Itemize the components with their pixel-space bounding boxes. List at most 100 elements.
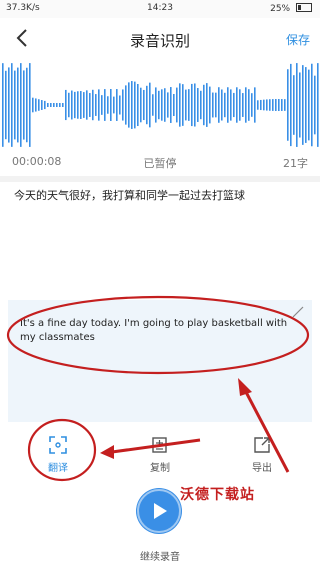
waveform-bar xyxy=(110,89,112,121)
waveform-bar xyxy=(317,63,319,147)
battery-icon xyxy=(296,3,312,12)
page-title: 录音识别 xyxy=(129,32,190,50)
waveform-bar xyxy=(311,63,313,147)
audio-waveform[interactable] xyxy=(0,60,320,150)
translate-icon xyxy=(49,436,67,454)
continue-recording-button[interactable] xyxy=(136,488,182,534)
close-icon[interactable] xyxy=(292,306,304,318)
waveform-bar xyxy=(131,81,133,129)
waveform-bar xyxy=(215,92,217,118)
waveform-bar xyxy=(218,87,220,123)
waveform-bar xyxy=(161,89,163,121)
waveform-bar xyxy=(293,75,295,135)
waveform-bar xyxy=(146,85,148,125)
waveform-bar xyxy=(134,81,136,129)
waveform-bar xyxy=(128,82,130,128)
waveform-bar xyxy=(245,87,247,123)
waveform-bar xyxy=(239,89,241,121)
waveform-bar xyxy=(32,97,34,113)
waveform-bar xyxy=(2,63,4,147)
export-icon xyxy=(254,437,270,453)
waveform-bar xyxy=(197,88,199,122)
waveform-bar xyxy=(53,103,55,107)
waveform-bar xyxy=(182,84,184,126)
waveform-bar xyxy=(74,91,76,119)
waveform-bar xyxy=(290,63,292,147)
export-button[interactable]: 导出 xyxy=(232,434,292,474)
waveform-bar xyxy=(173,93,175,117)
waveform-bar xyxy=(155,87,157,123)
status-bar: 37.3K/s 14:23 25% xyxy=(0,0,320,18)
recognized-text[interactable]: 今天的天气很好，我打算和同学一起过去打篮球 xyxy=(14,188,304,204)
waveform-bar xyxy=(308,69,310,141)
waveform-bar xyxy=(278,99,280,111)
waveform-bar xyxy=(269,99,271,111)
waveform-bar xyxy=(200,90,202,120)
waveform-bar xyxy=(167,92,169,118)
waveform-bar xyxy=(98,89,100,121)
recording-info: 00:00:08 已暂停 21字 xyxy=(0,155,320,171)
waveform-bar xyxy=(191,83,193,127)
waveform-bar xyxy=(248,89,250,121)
waveform-bar xyxy=(227,87,229,123)
waveform-bar xyxy=(122,89,124,121)
waveform-bar xyxy=(62,103,64,107)
waveform-bar xyxy=(44,100,46,110)
waveform-bar xyxy=(251,93,253,117)
waveform-bar xyxy=(188,89,190,121)
waveform-bar xyxy=(125,85,127,125)
save-button[interactable]: 保存 xyxy=(286,31,310,48)
battery-percent: 25% xyxy=(270,4,291,14)
waveform-bar xyxy=(86,90,88,120)
waveform-bar xyxy=(314,75,316,135)
waveform-bar xyxy=(95,94,97,116)
waveform-bar xyxy=(59,103,61,107)
translation-text[interactable]: It's a fine day today. I'm going to play… xyxy=(20,317,290,345)
waveform-bar xyxy=(206,83,208,127)
waveform-bar xyxy=(71,90,73,120)
copy-label: 复制 xyxy=(150,463,170,474)
waveform-bar xyxy=(38,99,40,111)
waveform-bar xyxy=(296,63,298,147)
waveform-bar xyxy=(47,103,49,107)
waveform-bar xyxy=(101,95,103,115)
battery-status: 25% xyxy=(270,3,312,14)
waveform-bar xyxy=(65,89,67,121)
waveform-bar xyxy=(50,103,52,107)
waveform-bar xyxy=(302,65,304,145)
waveform-bar xyxy=(224,92,226,118)
waveform-bar xyxy=(176,87,178,123)
continue-recording-label: 继续录音 xyxy=(140,552,180,563)
waveform-bar xyxy=(17,67,19,143)
copy-icon xyxy=(152,437,167,453)
recording-state: 已暂停 xyxy=(143,157,177,170)
waveform-bar xyxy=(8,67,10,143)
nav-bar: 录音识别 保存 xyxy=(0,18,320,58)
waveform-bar xyxy=(35,98,37,112)
waveform-bar xyxy=(29,63,31,147)
waveform-bar xyxy=(119,95,121,115)
waveform-bar xyxy=(113,96,115,114)
waveform-bar xyxy=(275,99,277,111)
waveform-bar xyxy=(305,67,307,143)
translate-label: 翻译 xyxy=(48,463,68,474)
waveform-bar xyxy=(299,72,301,138)
waveform-bar xyxy=(230,89,232,121)
waveform-bar xyxy=(212,92,214,118)
waveform-bar xyxy=(254,87,256,123)
waveform-bar xyxy=(284,99,286,111)
waveform-bar xyxy=(140,87,142,123)
translate-button[interactable]: 翻译 xyxy=(28,434,88,474)
waveform-bar xyxy=(41,100,43,110)
waveform-bar xyxy=(92,89,94,121)
copy-button[interactable]: 复制 xyxy=(130,434,190,474)
export-label: 导出 xyxy=(252,463,272,474)
waveform-bar xyxy=(266,99,268,111)
waveform-bar xyxy=(89,93,91,117)
waveform-bar xyxy=(143,89,145,121)
waveform-bar xyxy=(179,83,181,127)
section-divider xyxy=(0,176,320,182)
waveform-bar xyxy=(281,99,283,111)
waveform-bar xyxy=(56,103,58,107)
waveform-bar xyxy=(194,83,196,127)
